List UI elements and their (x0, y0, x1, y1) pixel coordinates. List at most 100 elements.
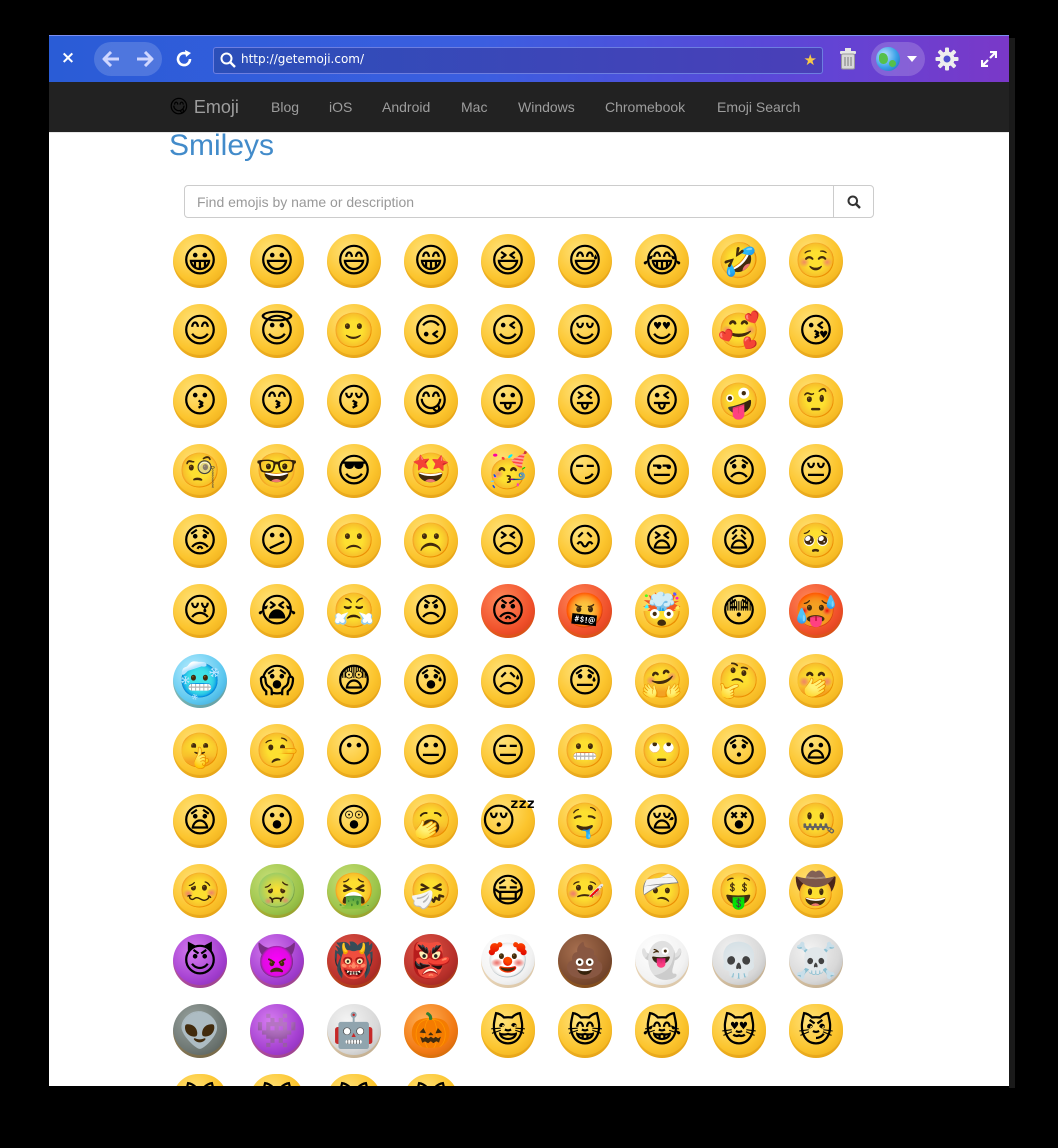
emoji-item[interactable]: 😛 (477, 370, 539, 432)
emoji-item[interactable]: 😆 (477, 230, 539, 292)
emoji-item[interactable]: 😟 (169, 510, 231, 572)
emoji-item[interactable]: 😧 (169, 790, 231, 852)
emoji-item[interactable]: 🤔 (708, 650, 770, 712)
emoji-item[interactable]: 😅 (554, 230, 616, 292)
emoji-item[interactable]: 😘 (785, 300, 847, 362)
emoji-item[interactable]: 😞 (708, 440, 770, 502)
emoji-item[interactable]: 👺 (400, 930, 462, 992)
emoji-item[interactable]: 😩 (708, 510, 770, 572)
nav-link-mac[interactable]: Mac (461, 99, 487, 115)
emoji-item[interactable]: 🤩 (400, 440, 462, 502)
emoji-item[interactable]: 🙁 (323, 510, 385, 572)
emoji-item[interactable]: 🥰 (708, 300, 770, 362)
emoji-item[interactable]: 😙 (246, 370, 308, 432)
emoji-item[interactable]: 😽 (169, 1070, 231, 1086)
emoji-item[interactable]: 😊 (169, 300, 231, 362)
emoji-item[interactable]: 😫 (631, 510, 693, 572)
emoji-item[interactable]: 🥴 (169, 860, 231, 922)
emoji-item[interactable]: 😂 (631, 230, 693, 292)
emoji-item[interactable]: 😪 (631, 790, 693, 852)
emoji-item[interactable]: 😒 (631, 440, 693, 502)
emoji-item[interactable]: 🙀 (246, 1070, 308, 1086)
emoji-item[interactable]: 😝 (554, 370, 616, 432)
emoji-item[interactable]: 😔 (785, 440, 847, 502)
forward-button[interactable] (128, 42, 162, 76)
emoji-item[interactable]: 🙂 (323, 300, 385, 362)
emoji-item[interactable]: 😓 (554, 650, 616, 712)
emoji-item[interactable]: 😠 (400, 580, 462, 642)
emoji-item[interactable]: 🥶 (169, 650, 231, 712)
emoji-item[interactable]: 💀 (708, 930, 770, 992)
nav-link-blog[interactable]: Blog (271, 99, 299, 115)
url-text[interactable]: http://getemoji.com/ (241, 52, 364, 66)
emoji-item[interactable]: 😏 (554, 440, 616, 502)
emoji-item[interactable]: 😰 (400, 650, 462, 712)
emoji-item[interactable]: 🧐 (169, 440, 231, 502)
emoji-item[interactable]: 👾 (246, 1000, 308, 1062)
emoji-item[interactable]: 🤭 (785, 650, 847, 712)
emoji-item[interactable]: 👻 (631, 930, 693, 992)
emoji-item[interactable]: 🎃 (400, 1000, 462, 1062)
emoji-item[interactable]: 💩 (554, 930, 616, 992)
brand-link[interactable]: 😋 Emoji (169, 95, 239, 119)
emoji-item[interactable]: 😦 (785, 720, 847, 782)
emoji-item[interactable]: 😈 (169, 930, 231, 992)
emoji-item[interactable]: 😵 (708, 790, 770, 852)
emoji-item[interactable]: 🤐 (785, 790, 847, 852)
emoji-item[interactable]: 😁 (400, 230, 462, 292)
emoji-item[interactable]: 😥 (477, 650, 539, 712)
emoji-item[interactable]: 😹 (631, 1000, 693, 1062)
emoji-item[interactable]: 😋 (400, 370, 462, 432)
emoji-item[interactable]: 🤪 (708, 370, 770, 432)
nav-link-ios[interactable]: iOS (329, 99, 352, 115)
close-tab-button[interactable]: × (59, 49, 77, 67)
nav-link-emoji-search[interactable]: Emoji Search (717, 99, 800, 115)
emoji-item[interactable]: 🤥 (246, 720, 308, 782)
emoji-item[interactable]: 🥳 (477, 440, 539, 502)
emoji-item[interactable]: 🤠 (785, 860, 847, 922)
emoji-item[interactable]: 🤧 (400, 860, 462, 922)
emoji-search-input[interactable] (184, 185, 834, 218)
emoji-item[interactable]: 😎 (323, 440, 385, 502)
emoji-item[interactable]: 😃 (246, 230, 308, 292)
emoji-item[interactable]: 🤑 (708, 860, 770, 922)
emoji-item[interactable]: 😌 (554, 300, 616, 362)
emoji-item[interactable]: 😍 (631, 300, 693, 362)
emoji-item[interactable]: 🤕 (631, 860, 693, 922)
reload-button[interactable] (173, 48, 195, 70)
emoji-item[interactable]: 🤡 (477, 930, 539, 992)
emoji-item[interactable]: 😨 (323, 650, 385, 712)
emoji-item[interactable]: 😕 (246, 510, 308, 572)
fullscreen-button[interactable] (980, 50, 998, 71)
emoji-item[interactable]: 🤗 (631, 650, 693, 712)
emoji-item[interactable]: 😯 (708, 720, 770, 782)
emoji-item[interactable]: 🤒 (554, 860, 616, 922)
emoji-item[interactable]: 😳 (708, 580, 770, 642)
nav-link-android[interactable]: Android (382, 99, 430, 115)
bookmark-star-icon[interactable]: ★ (804, 51, 817, 69)
emoji-item[interactable]: 😑 (477, 720, 539, 782)
emoji-item[interactable]: 😮 (246, 790, 308, 852)
emoji-item[interactable]: 🤮 (323, 860, 385, 922)
emoji-item[interactable]: 😴 (477, 790, 539, 852)
emoji-item[interactable]: 🤯 (631, 580, 693, 642)
emoji-item[interactable]: 😼 (785, 1000, 847, 1062)
emoji-item[interactable]: 😲 (323, 790, 385, 852)
search-submit-button[interactable] (833, 185, 874, 218)
emoji-item[interactable]: 👽 (169, 1000, 231, 1062)
emoji-item[interactable]: 👹 (323, 930, 385, 992)
emoji-item[interactable]: 🤖 (323, 1000, 385, 1062)
emoji-item[interactable]: 😢 (169, 580, 231, 642)
emoji-item[interactable]: 😖 (554, 510, 616, 572)
emoji-item[interactable]: ☺️ (785, 230, 847, 292)
address-bar[interactable]: http://getemoji.com/ ★ (213, 47, 823, 74)
emoji-item[interactable]: 😄 (323, 230, 385, 292)
emoji-item[interactable]: 😷 (477, 860, 539, 922)
emoji-item[interactable]: 😐 (400, 720, 462, 782)
emoji-item[interactable]: 🤣 (708, 230, 770, 292)
emoji-item[interactable]: 😶 (323, 720, 385, 782)
emoji-item[interactable]: 😚 (323, 370, 385, 432)
emoji-item[interactable]: 😜 (631, 370, 693, 432)
emoji-item[interactable]: 🥱 (400, 790, 462, 852)
emoji-item[interactable]: 😣 (477, 510, 539, 572)
